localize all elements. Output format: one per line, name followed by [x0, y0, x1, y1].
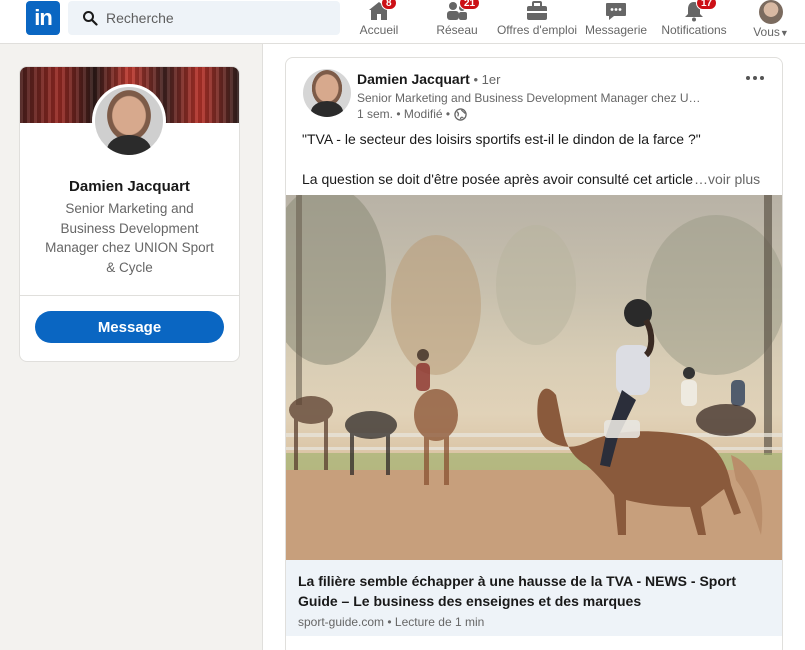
- network-badge: 21: [459, 0, 481, 10]
- nav-messaging-label: Messagerie: [585, 23, 648, 37]
- nav-messaging[interactable]: Messagerie: [585, 0, 647, 44]
- globe-icon: [454, 107, 467, 121]
- home-badge: 8: [381, 0, 397, 10]
- link-source: sport-guide.com • Lecture de 1 min: [298, 615, 485, 629]
- divider: [20, 295, 239, 296]
- profile-headline: Senior Marketing and Business Developmen…: [45, 201, 214, 275]
- post-author-avatar[interactable]: [303, 69, 351, 117]
- message-button[interactable]: Message: [35, 311, 224, 343]
- nav-me-label: Vous: [753, 25, 780, 39]
- search-icon: [83, 11, 98, 26]
- nav-network-label: Réseau: [436, 23, 478, 37]
- top-nav-bar: in 8 Accueil 21 Réseau Offres d'emploi M…: [0, 0, 805, 44]
- feed-post: Damien Jacquart • 1er Senior Marketing a…: [285, 57, 783, 650]
- bell-icon: 17: [682, 0, 718, 22]
- network-icon: 21: [445, 0, 481, 22]
- search-box[interactable]: [68, 1, 340, 35]
- linkedin-logo[interactable]: in: [26, 1, 60, 35]
- messaging-icon: [604, 0, 628, 22]
- nav-me[interactable]: Vous▼: [748, 0, 794, 44]
- post-text-line: La question se doit d'être posée après a…: [302, 171, 697, 187]
- more-options-icon[interactable]: [742, 68, 768, 88]
- nav-jobs[interactable]: Offres d'emploi: [495, 0, 579, 44]
- post-timestamp: 1 sem. • Modifié •: [357, 107, 451, 121]
- nav-network[interactable]: 21 Réseau: [435, 0, 481, 44]
- post-author-headline: Senior Marketing and Business Developmen…: [357, 91, 707, 105]
- link-preview[interactable]: La filière semble échapper à une hausse …: [286, 560, 782, 636]
- search-input[interactable]: [106, 10, 326, 26]
- nav-home-label: Accueil: [359, 23, 399, 37]
- profile-card: Damien Jacquart Senior Marketing and Bus…: [19, 66, 240, 362]
- see-more-link[interactable]: …voir plus: [694, 171, 761, 187]
- nav-home[interactable]: 8 Accueil: [356, 0, 402, 44]
- nav-notifications[interactable]: 17 Notifications: [659, 0, 729, 44]
- nav-jobs-label: Offres d'emploi: [496, 23, 578, 37]
- post-text-line: "TVA - le secteur des loisirs sportifs e…: [302, 131, 701, 147]
- profile-avatar[interactable]: [92, 84, 166, 158]
- profile-name[interactable]: Damien Jacquart: [20, 178, 239, 195]
- home-icon: 8: [367, 0, 397, 22]
- connection-degree: • 1er: [469, 72, 501, 87]
- me-avatar: [759, 0, 783, 24]
- briefcase-icon: [525, 0, 549, 22]
- post-image-horse-riding[interactable]: [286, 195, 782, 560]
- notifications-badge: 17: [696, 0, 718, 10]
- link-title[interactable]: La filière semble échapper à une hausse …: [298, 571, 768, 611]
- caret-down-icon: ▼: [779, 28, 789, 38]
- post-author-name[interactable]: Damien Jacquart: [357, 71, 470, 87]
- nav-notifications-label: Notifications: [661, 23, 727, 37]
